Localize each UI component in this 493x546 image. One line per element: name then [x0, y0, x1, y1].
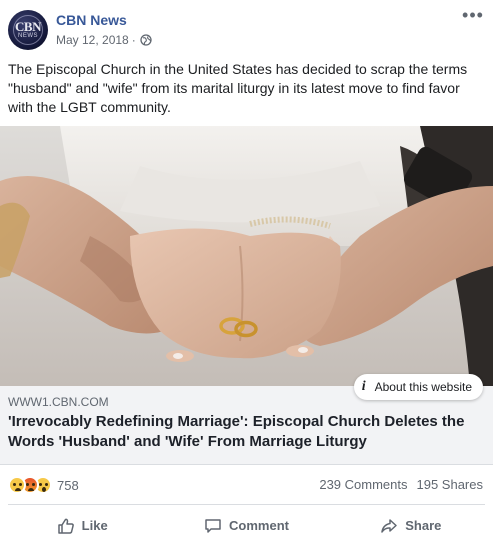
- reactions-summary[interactable]: 758: [8, 476, 79, 494]
- shares-count-link[interactable]: 195 Shares: [417, 477, 484, 492]
- comment-icon: [205, 518, 221, 533]
- like-label: Like: [81, 518, 108, 533]
- share-arrow-icon: [381, 518, 397, 533]
- share-button[interactable]: Share: [329, 505, 493, 546]
- facebook-post: CBN NEWS CBN News May 12, 2018 · ••• The…: [0, 0, 493, 546]
- reaction-count: 758: [57, 477, 79, 493]
- post-header: CBN NEWS CBN News May 12, 2018 · •••: [0, 0, 493, 56]
- meta-separator: ·: [131, 33, 136, 47]
- globe-icon[interactable]: [140, 34, 152, 46]
- link-domain: WWW1.CBN.COM: [8, 395, 109, 409]
- sad-reaction-icon: [8, 476, 26, 494]
- about-label: About this website: [374, 380, 472, 394]
- avatar[interactable]: CBN NEWS: [8, 10, 48, 50]
- comments-count-link[interactable]: 239 Comments: [319, 477, 407, 492]
- comment-label: Comment: [229, 518, 289, 533]
- link-headline[interactable]: 'Irrevocably Redefining Marriage': Episc…: [8, 412, 478, 452]
- about-this-website-button[interactable]: i About this website: [353, 374, 483, 400]
- share-label: Share: [405, 518, 442, 533]
- like-button[interactable]: Like: [0, 505, 164, 546]
- avatar-logo-subtext: NEWS: [18, 33, 38, 39]
- post-text: The Episcopal Church in the United State…: [8, 61, 468, 115]
- post-stats: 758 239 Comments 195 Shares: [0, 466, 493, 504]
- more-dots-icon[interactable]: •••: [461, 6, 485, 28]
- info-icon: i: [361, 379, 366, 394]
- thumbs-up-icon: [57, 518, 74, 534]
- post-meta: May 12, 2018 ·: [56, 33, 152, 47]
- action-bar: Like Comment Share: [0, 505, 493, 546]
- hands-with-rings-image: [0, 126, 493, 386]
- post-photo[interactable]: [0, 126, 493, 386]
- page-name-link[interactable]: CBN News: [56, 12, 127, 28]
- engagement-counts: 239 Comments 195 Shares: [319, 477, 483, 492]
- comment-button[interactable]: Comment: [164, 505, 328, 546]
- post-date[interactable]: May 12, 2018: [56, 33, 129, 47]
